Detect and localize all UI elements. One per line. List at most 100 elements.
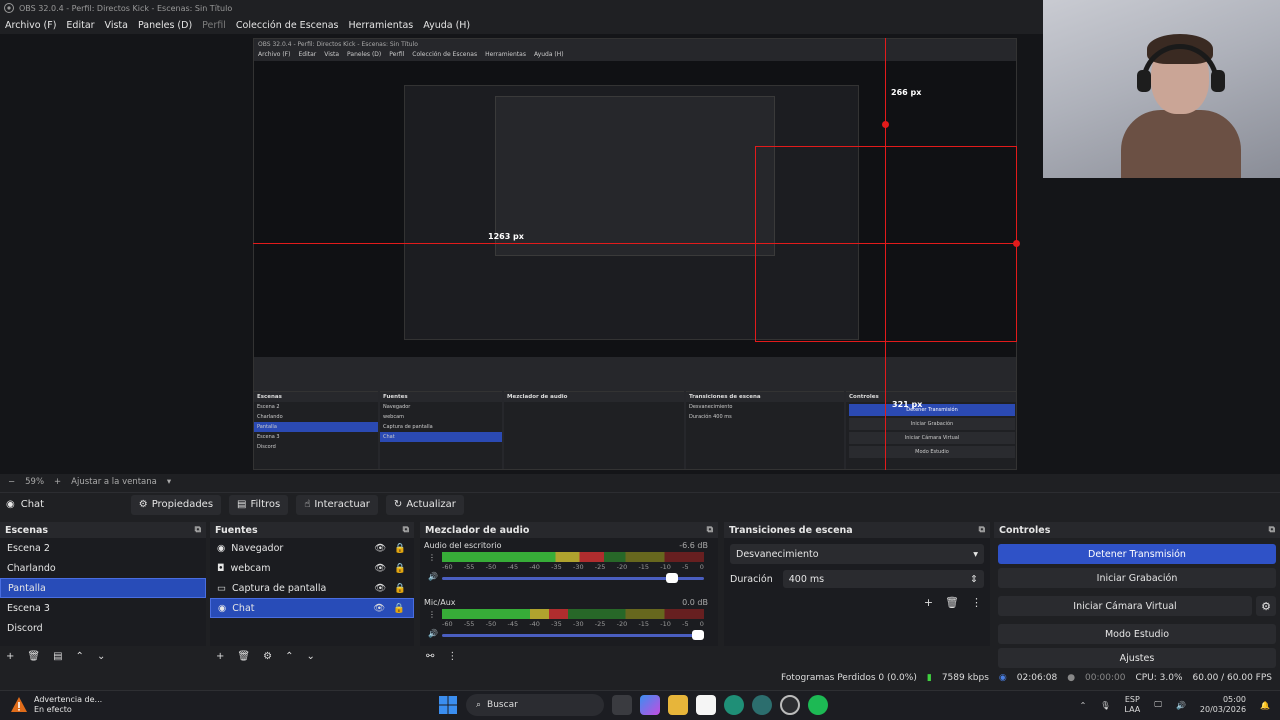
clock[interactable]: 05:00 20/03/2026	[1200, 695, 1246, 715]
kebab-icon[interactable]: ⋮	[971, 596, 982, 609]
mic-icon[interactable]: 🎙	[1100, 701, 1110, 710]
menu-editar[interactable]: Editar	[66, 20, 94, 31]
scene-item[interactable]: Escena 3	[0, 598, 206, 618]
caret-down-icon[interactable]: ▾	[167, 477, 171, 487]
filters-button[interactable]: ▤ Filtros	[229, 494, 289, 515]
kebab-icon[interactable]: ⋮	[447, 651, 457, 662]
measure-label-bottom: 321 px	[892, 400, 923, 409]
meter-tick: -10	[660, 620, 671, 628]
start-recording-button[interactable]: Iniciar Grabación	[998, 568, 1276, 588]
settings-button[interactable]: Ajustes	[998, 648, 1276, 668]
scene-item[interactable]: Escena 2	[0, 538, 206, 558]
link-icon[interactable]: ⚯	[426, 651, 434, 662]
menu-perfil[interactable]: Perfil	[202, 20, 226, 31]
interact-button[interactable]: ☝ Interactuar	[296, 494, 378, 515]
eye-icon[interactable]: 👁	[374, 563, 386, 574]
volume-icon[interactable]: 🔊	[1176, 701, 1186, 710]
volume-knob[interactable]	[665, 573, 678, 583]
sources-footer: + 🗑 ⚙ ⌃ ⌄	[210, 646, 414, 666]
dock-menu-icon[interactable]: ⧉	[403, 525, 409, 535]
scene-item[interactable]: Discord	[0, 618, 206, 638]
volume-slider[interactable]	[442, 573, 704, 583]
fit-window-label[interactable]: Ajustar a la ventana	[71, 477, 157, 487]
menu-ayuda[interactable]: Ayuda (H)	[423, 20, 470, 31]
menu-archivo[interactable]: Archivo (F)	[5, 20, 56, 31]
kebab-icon[interactable]: ⋮	[428, 553, 438, 562]
add-icon[interactable]: +	[216, 651, 224, 662]
menu-vista[interactable]: Vista	[105, 20, 128, 31]
network-icon[interactable]: 🖵	[1154, 700, 1162, 710]
scene-item[interactable]: Charlando	[0, 558, 206, 578]
notification-bell-icon[interactable]: 🔔	[1260, 701, 1270, 710]
search-label: Buscar	[487, 700, 518, 710]
source-item[interactable]: ◘ webcam 👁 🔒	[210, 558, 414, 578]
chevron-down-icon[interactable]: ⌄	[97, 651, 105, 662]
meter-tick: -20	[616, 563, 628, 571]
copilot-icon[interactable]	[640, 695, 660, 715]
dock-menu-icon[interactable]: ⧉	[979, 525, 985, 535]
dock-menu-icon[interactable]: ⧉	[707, 525, 713, 535]
gear-icon[interactable]: ⚙	[1256, 596, 1276, 616]
taskbar-search[interactable]: ⌕ Buscar	[466, 694, 604, 716]
source-item[interactable]: ◉ Navegador 👁 🔒	[210, 538, 414, 558]
scene-preview[interactable]: OBS 32.0.4 - Perfil: Directos Kick - Esc…	[0, 0, 1280, 474]
duration-input[interactable]: 400 ms ⇕	[782, 570, 984, 588]
chevron-down-icon[interactable]: ⌄	[306, 651, 314, 662]
notification-widget[interactable]: Advertencia de... En efecto	[10, 695, 102, 715]
volume-slider[interactable]	[442, 630, 704, 640]
stop-stream-button[interactable]: Detener Transmisión	[998, 544, 1276, 564]
nested-scene-item: Discord	[257, 444, 276, 450]
store-icon[interactable]	[696, 695, 716, 715]
menu-coleccion-escenas[interactable]: Colección de Escenas	[236, 20, 339, 31]
meter-tick: -40	[529, 563, 540, 571]
speaker-icon[interactable]: 🔊	[428, 629, 438, 638]
filter-icon[interactable]: ▤	[53, 651, 62, 662]
refresh-icon: ↻	[393, 499, 403, 510]
properties-button[interactable]: ⚙ Propiedades	[130, 494, 222, 515]
lock-icon[interactable]: 🔒	[393, 603, 405, 614]
lock-icon[interactable]: 🔒	[394, 583, 406, 594]
add-icon[interactable]: +	[924, 596, 933, 609]
refresh-button[interactable]: ↻ Actualizar	[385, 494, 464, 515]
add-icon[interactable]: +	[6, 651, 14, 662]
browser-icon[interactable]	[752, 695, 772, 715]
trash-icon[interactable]: 🗑	[945, 596, 959, 609]
gear-icon[interactable]: ⚙	[263, 651, 272, 662]
obs-taskbar-icon[interactable]	[780, 695, 800, 715]
mixer-channel: Mic/Aux 0.0 dB ⋮ 🔊 -60 -55 -50 -45 -40 -35 -30…	[424, 598, 714, 652]
scene-item[interactable]: Pantalla	[0, 578, 206, 598]
speaker-icon[interactable]: 🔊	[428, 572, 438, 581]
eye-icon[interactable]: 👁	[373, 603, 385, 614]
eye-icon[interactable]: 👁	[374, 583, 386, 594]
lock-icon[interactable]: 🔒	[394, 543, 406, 554]
trash-icon[interactable]: 🗑	[27, 651, 40, 662]
transition-select[interactable]: Desvanecimiento ▾	[730, 544, 984, 564]
spotify-icon[interactable]	[808, 695, 828, 715]
language-indicator[interactable]: ESP LAA	[1124, 695, 1140, 715]
chevron-up-icon[interactable]: ⌃	[1080, 701, 1087, 710]
edge-icon[interactable]	[724, 695, 744, 715]
task-view-icon[interactable]	[612, 695, 632, 715]
trash-icon[interactable]: 🗑	[237, 651, 250, 662]
volume-knob[interactable]	[692, 630, 704, 640]
zoom-in-button[interactable]: +	[54, 477, 61, 487]
source-item[interactable]: ◉ Chat 👁 🔒	[210, 598, 414, 618]
lock-icon[interactable]: 🔒	[394, 563, 406, 574]
menu-paneles[interactable]: Paneles (D)	[138, 20, 192, 31]
kebab-icon[interactable]: ⋮	[428, 610, 438, 619]
dock-menu-icon[interactable]: ⧉	[1269, 525, 1275, 535]
menu-herramientas[interactable]: Herramientas	[349, 20, 414, 31]
eye-icon[interactable]: 👁	[374, 543, 386, 554]
dock-menu-icon[interactable]: ⧉	[195, 525, 201, 535]
chevron-up-icon[interactable]: ⌃	[285, 651, 293, 662]
zoom-out-button[interactable]: −	[8, 477, 15, 487]
spinner-icon[interactable]: ⇕	[970, 574, 978, 585]
folder-icon[interactable]	[668, 695, 688, 715]
nested-window-title: OBS 32.0.4 - Perfil: Directos Kick - Esc…	[258, 41, 418, 48]
duration-row: Duración 400 ms ⇕	[730, 570, 984, 588]
windows-start-icon[interactable]	[438, 695, 458, 715]
virtual-camera-button[interactable]: Iniciar Cámara Virtual	[998, 596, 1252, 616]
studio-mode-button[interactable]: Modo Estudio	[998, 624, 1276, 644]
source-item[interactable]: ▭ Captura de pantalla 👁 🔒	[210, 578, 414, 598]
chevron-up-icon[interactable]: ⌃	[76, 651, 84, 662]
